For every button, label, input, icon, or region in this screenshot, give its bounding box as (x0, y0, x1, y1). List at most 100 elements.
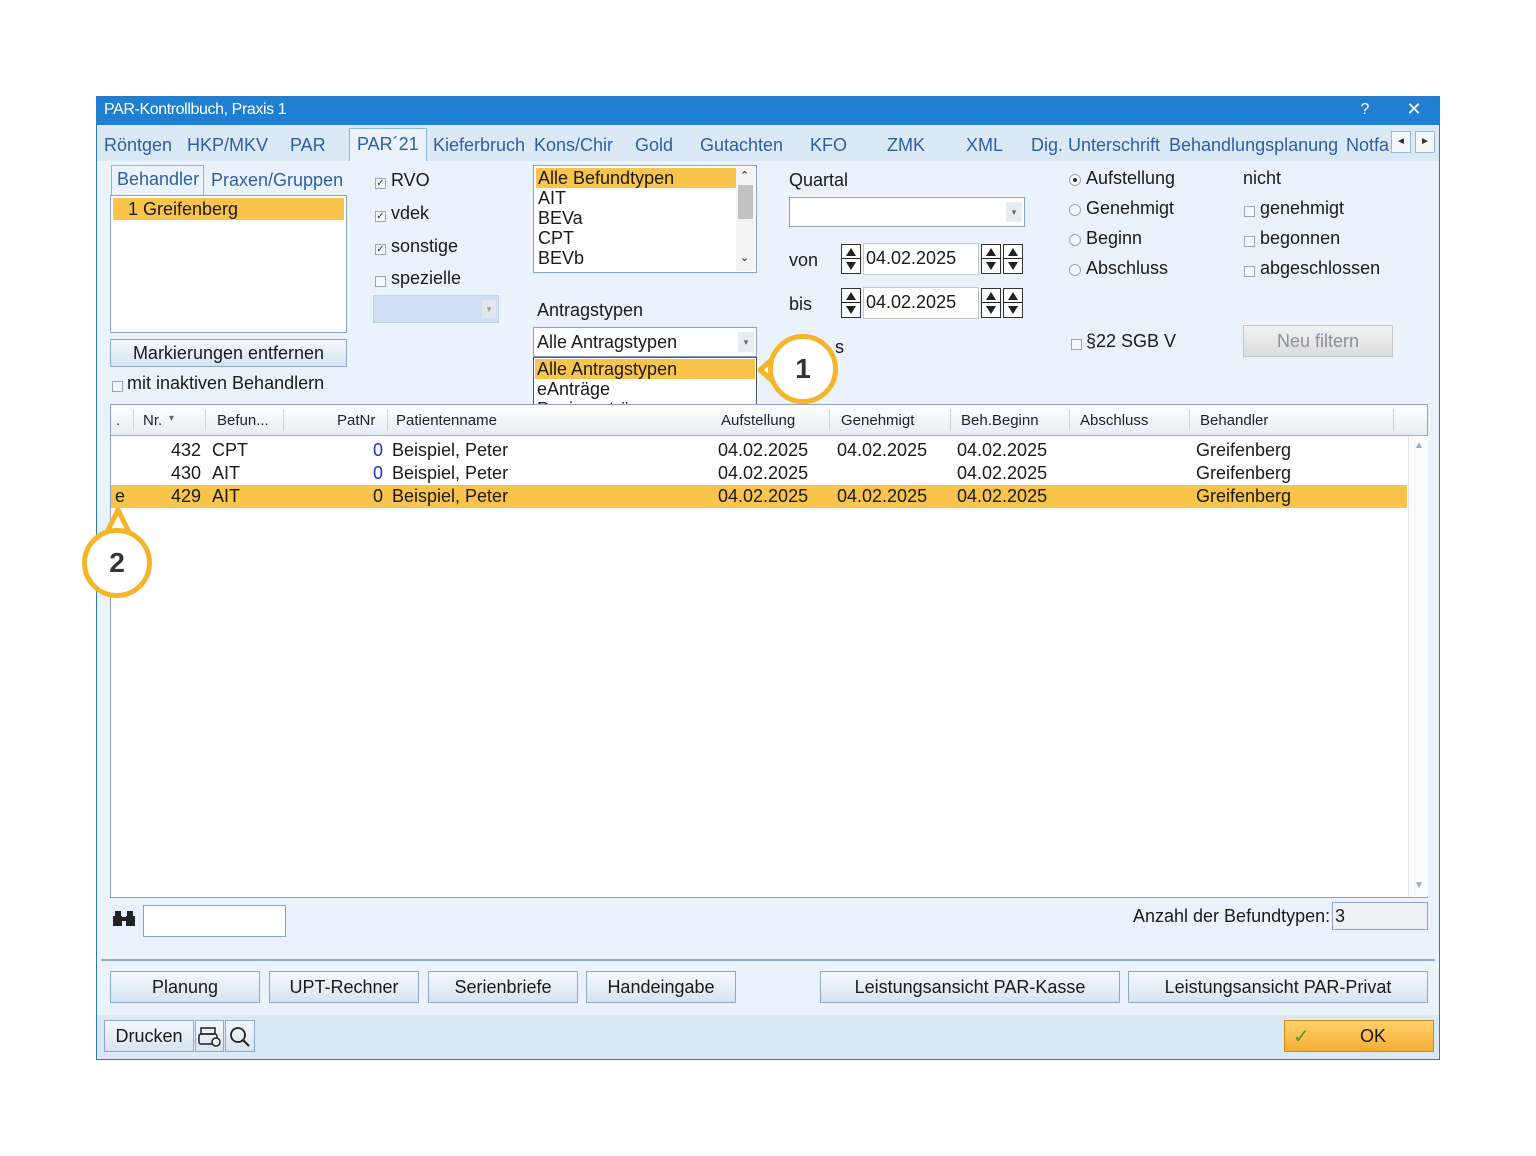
ok-button[interactable]: ✓ OK (1284, 1020, 1434, 1052)
col-mark[interactable]: . (116, 412, 120, 429)
befundtyp-item[interactable]: BEVa (538, 208, 583, 228)
rvo-checkbox[interactable]: ✓ (375, 178, 386, 189)
sgb-label: §22 SGB V (1086, 331, 1177, 351)
tab-kieferbruch[interactable]: Kieferbruch (433, 135, 525, 156)
genehmigt-radio[interactable] (1069, 204, 1081, 216)
befundtypen-list[interactable]: Alle Befundtypen AIT BEVa CPT BEVb ⌃ ⌄ (533, 165, 757, 273)
col-beh-beginn[interactable]: Beh.Beginn (961, 412, 1039, 429)
befundtyp-item[interactable]: AIT (538, 188, 566, 208)
grid-scrollbar[interactable]: ▲ ▼ (1408, 436, 1428, 897)
remove-markings-button[interactable]: Markierungen entfernen (110, 339, 347, 367)
col-patnr[interactable]: PatNr (337, 412, 375, 429)
spezielle-combo[interactable]: ▾ (373, 295, 499, 323)
col-befund[interactable]: Befun... (217, 412, 269, 429)
behandler-list[interactable]: 1 Greifenberg (110, 195, 347, 333)
sgb-checkbox[interactable] (1071, 339, 1082, 350)
beginn-radio[interactable] (1069, 234, 1081, 246)
vdek-label: vdek (391, 203, 430, 223)
close-button[interactable]: ✕ (1402, 99, 1426, 120)
chevron-up-icon[interactable]: ⌃ (740, 169, 749, 182)
table-row[interactable]: 430 AIT 0 Beispiel, Peter 04.02.2025 04.… (111, 462, 1407, 485)
nicht-abgeschlossen-checkbox[interactable] (1244, 266, 1255, 277)
tab-kons-chir[interactable]: Kons/Chir (534, 135, 613, 156)
bis-spin-right-a[interactable] (981, 288, 1001, 318)
bis-spin-right-b[interactable] (1003, 288, 1023, 318)
abschluss-radio[interactable] (1069, 264, 1081, 276)
handeingabe-button[interactable]: Handeingabe (586, 971, 736, 1003)
col-genehmigt[interactable]: Genehmigt (841, 412, 914, 429)
von-spin-right-b[interactable] (1003, 244, 1023, 274)
col-nr[interactable]: Nr. (143, 412, 162, 429)
tab-par[interactable]: PAR (290, 135, 326, 156)
tab-scroll-right-icon[interactable]: ► (1415, 131, 1435, 153)
quartal-label: Quartal (789, 170, 849, 190)
table-row-selected[interactable]: e 429 AIT 0 Beispiel, Peter 04.02.2025 0… (111, 485, 1407, 508)
binoculars-icon[interactable] (113, 909, 135, 933)
divider (101, 959, 1435, 961)
chevron-down-icon[interactable]: ▾ (1006, 202, 1022, 222)
tab-behandlungsplanung[interactable]: Behandlungsplanung (1169, 135, 1338, 156)
aufstellung-radio[interactable] (1069, 174, 1081, 186)
scroll-thumb[interactable] (738, 185, 753, 219)
befundtyp-item[interactable]: CPT (538, 228, 574, 248)
spezielle-checkbox[interactable] (375, 276, 386, 287)
genehmigt-label: Genehmigt (1086, 198, 1175, 218)
befundtypen-scrollbar[interactable]: ⌃ ⌄ (736, 167, 755, 271)
help-button[interactable]: ? (1353, 101, 1377, 119)
col-patientenname[interactable]: Patientenname (396, 412, 497, 429)
von-spin-left[interactable] (841, 244, 861, 274)
sonstige-label: sonstige (391, 236, 459, 256)
tab-notfall[interactable]: Notfa (1346, 135, 1390, 156)
tab-praxen-gruppen[interactable]: Praxen/Gruppen (211, 170, 343, 191)
antragstypen-label: Antragstypen (537, 300, 644, 320)
cell-beginn: 04.02.2025 (957, 486, 1048, 506)
cell-behandler: Greifenberg (1196, 486, 1292, 506)
vdek-checkbox[interactable]: ✓ (375, 211, 386, 222)
tab-gutachten[interactable]: Gutachten (700, 135, 783, 156)
quartal-select[interactable]: ▾ (789, 197, 1025, 227)
col-abschluss[interactable]: Abschluss (1080, 412, 1148, 429)
tab-gold[interactable]: Gold (635, 135, 673, 156)
inactive-behandler-checkbox[interactable] (112, 381, 123, 392)
chevron-down-icon[interactable]: ⌄ (740, 251, 749, 264)
tab-zmk[interactable]: ZMK (887, 135, 925, 156)
ok-label: OK (1360, 1026, 1387, 1046)
tab-dig-unterschrift[interactable]: Dig. Unterschrift (1031, 135, 1160, 156)
befundtyp-item[interactable]: BEVb (538, 248, 584, 268)
tab-hkp-mkv[interactable]: HKP/MKV (187, 135, 268, 156)
leistungsansicht-kasse-button[interactable]: Leistungsansicht PAR-Kasse (820, 971, 1120, 1003)
bis-spin-left[interactable] (841, 288, 861, 318)
upt-rechner-button[interactable]: UPT-Rechner (269, 971, 419, 1003)
planung-button[interactable]: Planung (110, 971, 260, 1003)
befundtyp-item[interactable]: Alle Befundtypen (536, 168, 736, 188)
nicht-genehmigt-checkbox[interactable] (1244, 206, 1255, 217)
drucken-button[interactable]: Drucken (104, 1020, 194, 1052)
von-date-field[interactable]: 04.02.2025 (863, 243, 979, 275)
tab-kfo[interactable]: KFO (810, 135, 847, 156)
neu-filtern-button[interactable]: Neu filtern (1243, 325, 1393, 357)
von-date-value: 04.02.2025 (866, 248, 957, 268)
nicht-begonnen-checkbox[interactable] (1244, 236, 1255, 247)
antragstypen-select[interactable]: Alle Antragstypen ▾ (533, 327, 757, 357)
tab-scroll-left-icon[interactable]: ◄ (1391, 131, 1411, 153)
scroll-up-icon[interactable]: ▲ (1414, 440, 1424, 451)
col-behandler[interactable]: Behandler (1200, 412, 1268, 429)
antragstyp-option[interactable]: eAnträge (537, 379, 610, 399)
bis-date-field[interactable]: 04.02.2025 (863, 287, 979, 319)
preview-search-icon[interactable] (225, 1020, 255, 1052)
table-row[interactable]: 432 CPT 0 Beispiel, Peter 04.02.2025 04.… (111, 439, 1407, 462)
tab-par21[interactable]: PAR´21 (349, 128, 427, 163)
von-spin-right-a[interactable] (981, 244, 1001, 274)
printer-settings-icon[interactable] (195, 1020, 224, 1052)
sonstige-checkbox[interactable]: ✓ (375, 244, 386, 255)
leistungsansicht-privat-button[interactable]: Leistungsansicht PAR-Privat (1128, 971, 1428, 1003)
tab-roentgen[interactable]: Röntgen (104, 135, 172, 156)
behandler-item[interactable]: 1 Greifenberg (113, 198, 344, 220)
scroll-down-icon[interactable]: ▼ (1414, 880, 1424, 891)
serienbriefe-button[interactable]: Serienbriefe (428, 971, 578, 1003)
antragstyp-option[interactable]: Alle Antragstypen (535, 359, 755, 379)
tab-xml[interactable]: XML (966, 135, 1003, 156)
tab-behandler[interactable]: Behandler (111, 165, 204, 195)
cell-name: Beispiel, Peter (392, 463, 509, 483)
search-input[interactable] (143, 905, 286, 937)
